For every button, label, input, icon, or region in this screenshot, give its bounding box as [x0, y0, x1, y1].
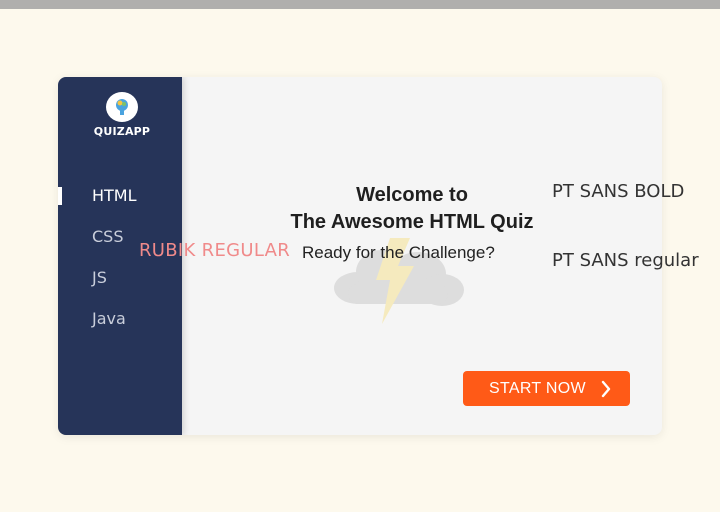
font-note-pt-regular: PT SANS regular [552, 250, 699, 271]
sidebar-item-html[interactable]: HTML [58, 184, 182, 208]
chevron-right-icon [600, 380, 612, 401]
app-logo-text: QUIZAPP [93, 125, 151, 138]
top-bar [0, 0, 720, 9]
page-title: Welcome to The Awesome HTML Quiz [272, 182, 552, 236]
sidebar-item-js[interactable]: JS [58, 266, 182, 290]
start-now-button[interactable]: START NOW [463, 371, 630, 406]
brain-head-icon [106, 92, 138, 122]
start-now-label: START NOW [489, 380, 586, 397]
title-line-1: Welcome to [356, 184, 468, 206]
sidebar-item-label: HTML [92, 186, 137, 205]
sidebar-item-label: Java [92, 309, 126, 328]
sidebar-item-label: JS [92, 268, 107, 287]
title-line-2: The Awesome HTML Quiz [290, 211, 534, 233]
page-subtitle: Ready for the Challenge? [302, 243, 495, 262]
active-indicator [58, 187, 62, 205]
sidebar-item-label: CSS [92, 227, 124, 246]
font-note-pt-bold: PT SANS BOLD [552, 181, 685, 202]
font-note-rubik: RUBIK REGULAR [139, 240, 291, 261]
sidebar-item-java[interactable]: Java [58, 307, 182, 331]
